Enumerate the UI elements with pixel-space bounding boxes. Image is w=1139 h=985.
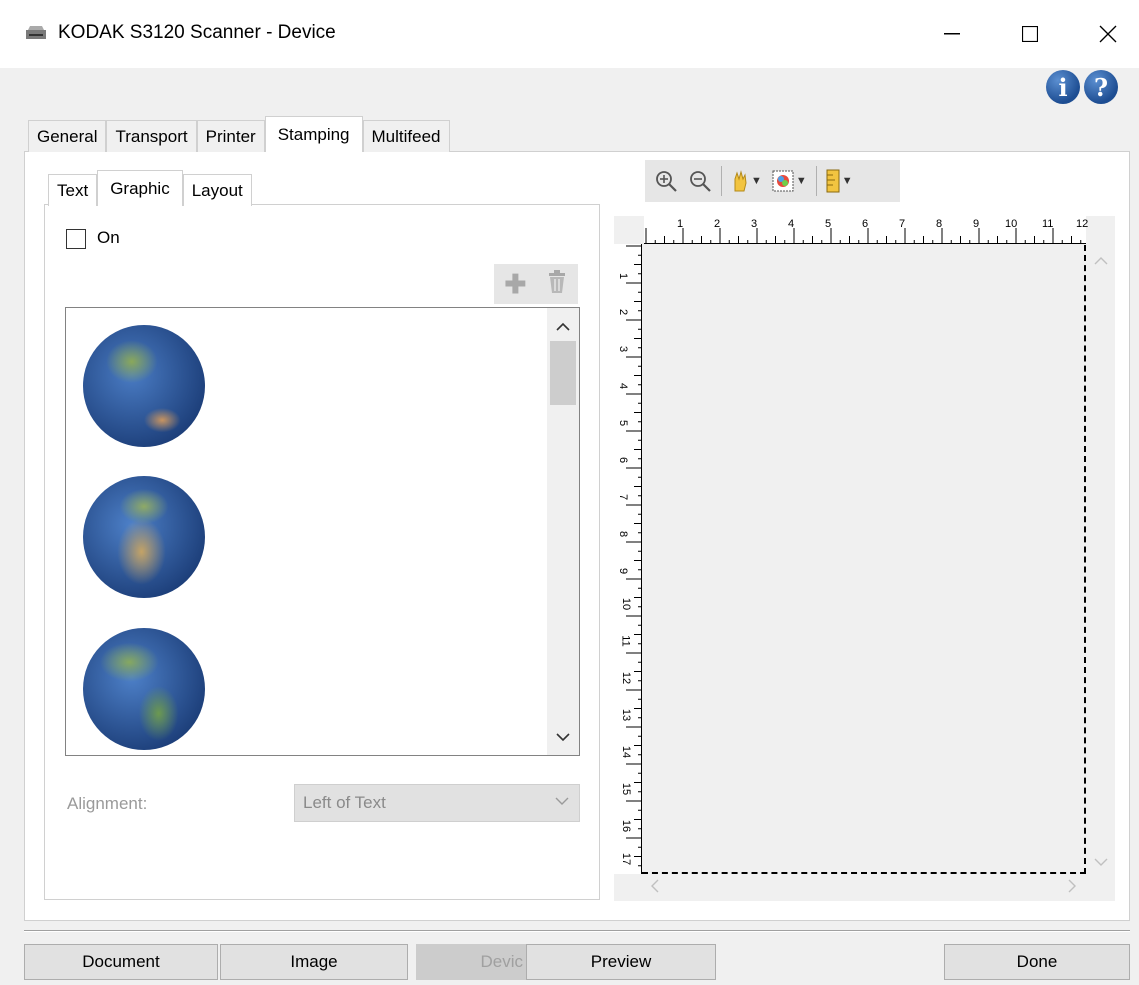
graphic-list[interactable] — [65, 307, 580, 756]
on-label[interactable]: On — [97, 228, 120, 248]
ruler-top-number: 4 — [788, 218, 795, 230]
graphic-toolbar: ✚ — [494, 264, 578, 304]
tab-graphic[interactable]: Graphic — [97, 170, 183, 206]
ruler-left-number: 2 — [617, 308, 630, 316]
ruler-left-number: 6 — [617, 456, 630, 464]
caret-down-icon: ▼ — [841, 175, 853, 187]
scroll-down-icon[interactable] — [547, 725, 579, 749]
tab-text[interactable]: Text — [48, 174, 98, 206]
zoom-out-button[interactable] — [683, 165, 717, 197]
ruler-icon — [826, 169, 840, 193]
ruler-left-number: 9 — [617, 567, 630, 575]
window-title: KODAK S3120 Scanner - Device — [58, 22, 336, 43]
globe-asia-australia-icon[interactable] — [83, 325, 205, 447]
ruler-left: 1 2 3 4 5 6 7 8 9 10 11 12 13 14 15 16 1… — [614, 244, 642, 874]
minimize-icon — [944, 33, 960, 35]
ruler-left-number: 15 — [620, 782, 633, 796]
ruler-left-number: 14 — [620, 745, 633, 759]
tab-printer[interactable]: Printer — [196, 120, 265, 152]
hand-tool-button[interactable]: ▼ — [726, 165, 767, 197]
preview-scroll-right-icon[interactable] — [1068, 879, 1077, 898]
on-checkbox[interactable] — [66, 229, 86, 249]
preview-toolbar: ▼ ▼ ▼ — [645, 160, 900, 202]
ruler-left-number: 11 — [619, 635, 632, 647]
document-button[interactable]: Document — [24, 944, 218, 980]
toolbar-separator — [815, 166, 817, 196]
done-button[interactable]: Done — [944, 944, 1130, 980]
alignment-label: Alignment: — [67, 794, 148, 813]
ruler-left-number: 4 — [617, 382, 630, 390]
ruler-top-number: 3 — [751, 218, 758, 230]
title-bar: KODAK S3120 Scanner - Device — [0, 0, 1139, 68]
globe-americas-icon[interactable] — [83, 628, 205, 750]
preview-scroll-up-icon[interactable] — [1094, 252, 1108, 270]
preview-scroll-down-icon[interactable] — [1094, 854, 1108, 872]
caret-down-icon: ▼ — [795, 175, 807, 187]
info-icon[interactable]: i — [1046, 70, 1080, 104]
ruler-top-number: 9 — [973, 218, 980, 230]
ruler-left-number: 1 — [617, 272, 630, 280]
ruler-left-number: 3 — [617, 345, 630, 353]
maximize-icon — [1022, 26, 1038, 42]
add-icon[interactable]: ✚ — [505, 271, 527, 297]
ruler-top-number: 7 — [899, 218, 906, 230]
alignment-value: Left of Text — [303, 793, 386, 812]
color-icon — [772, 170, 794, 192]
ruler-top: 1 2 3 4 5 6 7 8 9 10 11 12 — [644, 216, 1089, 244]
tab-multifeed[interactable]: Multifeed — [362, 120, 450, 152]
preview-scroll-left-icon[interactable] — [650, 879, 659, 898]
minimize-button[interactable] — [930, 16, 974, 52]
ruler-top-number: 12 — [1076, 218, 1089, 230]
tab-stamping[interactable]: Stamping — [264, 116, 363, 152]
toolbar-separator — [721, 166, 722, 196]
ruler-left-number: 5 — [617, 419, 630, 427]
maximize-button[interactable] — [1008, 16, 1052, 52]
ruler-top-number: 8 — [936, 218, 943, 230]
sub-tabs: Text Graphic Layout — [48, 170, 252, 206]
ruler-left-number: 16 — [620, 819, 633, 833]
zoom-out-icon — [690, 171, 711, 192]
ruler-left-number: 8 — [617, 530, 630, 538]
ruler-left-number: 13 — [620, 708, 633, 722]
color-button[interactable]: ▼ — [767, 165, 812, 197]
zoom-in-button[interactable] — [649, 165, 683, 197]
scroll-up-icon[interactable] — [547, 314, 579, 338]
tab-transport[interactable]: Transport — [106, 120, 197, 152]
preview-page[interactable] — [642, 245, 1086, 874]
tab-layout[interactable]: Layout — [182, 174, 252, 206]
ruler-top-number: 11 — [1042, 218, 1054, 230]
help-icon[interactable]: ? — [1084, 70, 1118, 104]
ruler-left-number: 10 — [620, 597, 633, 611]
scroll-thumb[interactable] — [550, 341, 576, 405]
list-scrollbar[interactable] — [547, 308, 579, 755]
bottom-divider — [24, 930, 1130, 932]
ruler-top-number: 5 — [825, 218, 832, 230]
ruler-left-number: 17 — [620, 852, 633, 866]
device-button: Devic — [416, 944, 526, 980]
delete-icon[interactable] — [547, 270, 567, 298]
tab-general[interactable]: General — [28, 120, 107, 152]
caret-down-icon: ▼ — [751, 175, 762, 187]
preview-button[interactable]: Preview — [526, 944, 716, 980]
globe-europe-africa-icon[interactable] — [83, 476, 205, 598]
chevron-down-icon — [555, 793, 569, 810]
zoom-in-icon — [656, 171, 677, 192]
scanner-icon — [26, 26, 46, 39]
alignment-select[interactable]: Left of Text — [294, 784, 580, 822]
main-tabs: General Transport Printer Stamping Multi… — [28, 116, 450, 152]
help-icons: i ? — [1046, 70, 1118, 104]
ruler-left-number: 12 — [620, 671, 633, 685]
ruler-top-number: 6 — [862, 218, 869, 230]
ruler-units-button[interactable]: ▼ — [821, 165, 858, 197]
ruler-top-number: 2 — [714, 218, 721, 230]
ruler-top-number: 10 — [1005, 218, 1018, 230]
ruler-top-number: 1 — [677, 218, 684, 230]
close-button[interactable] — [1086, 16, 1130, 52]
hand-icon — [734, 170, 747, 192]
image-button[interactable]: Image — [220, 944, 408, 980]
ruler-left-number: 7 — [617, 493, 630, 501]
close-icon — [1099, 25, 1117, 43]
